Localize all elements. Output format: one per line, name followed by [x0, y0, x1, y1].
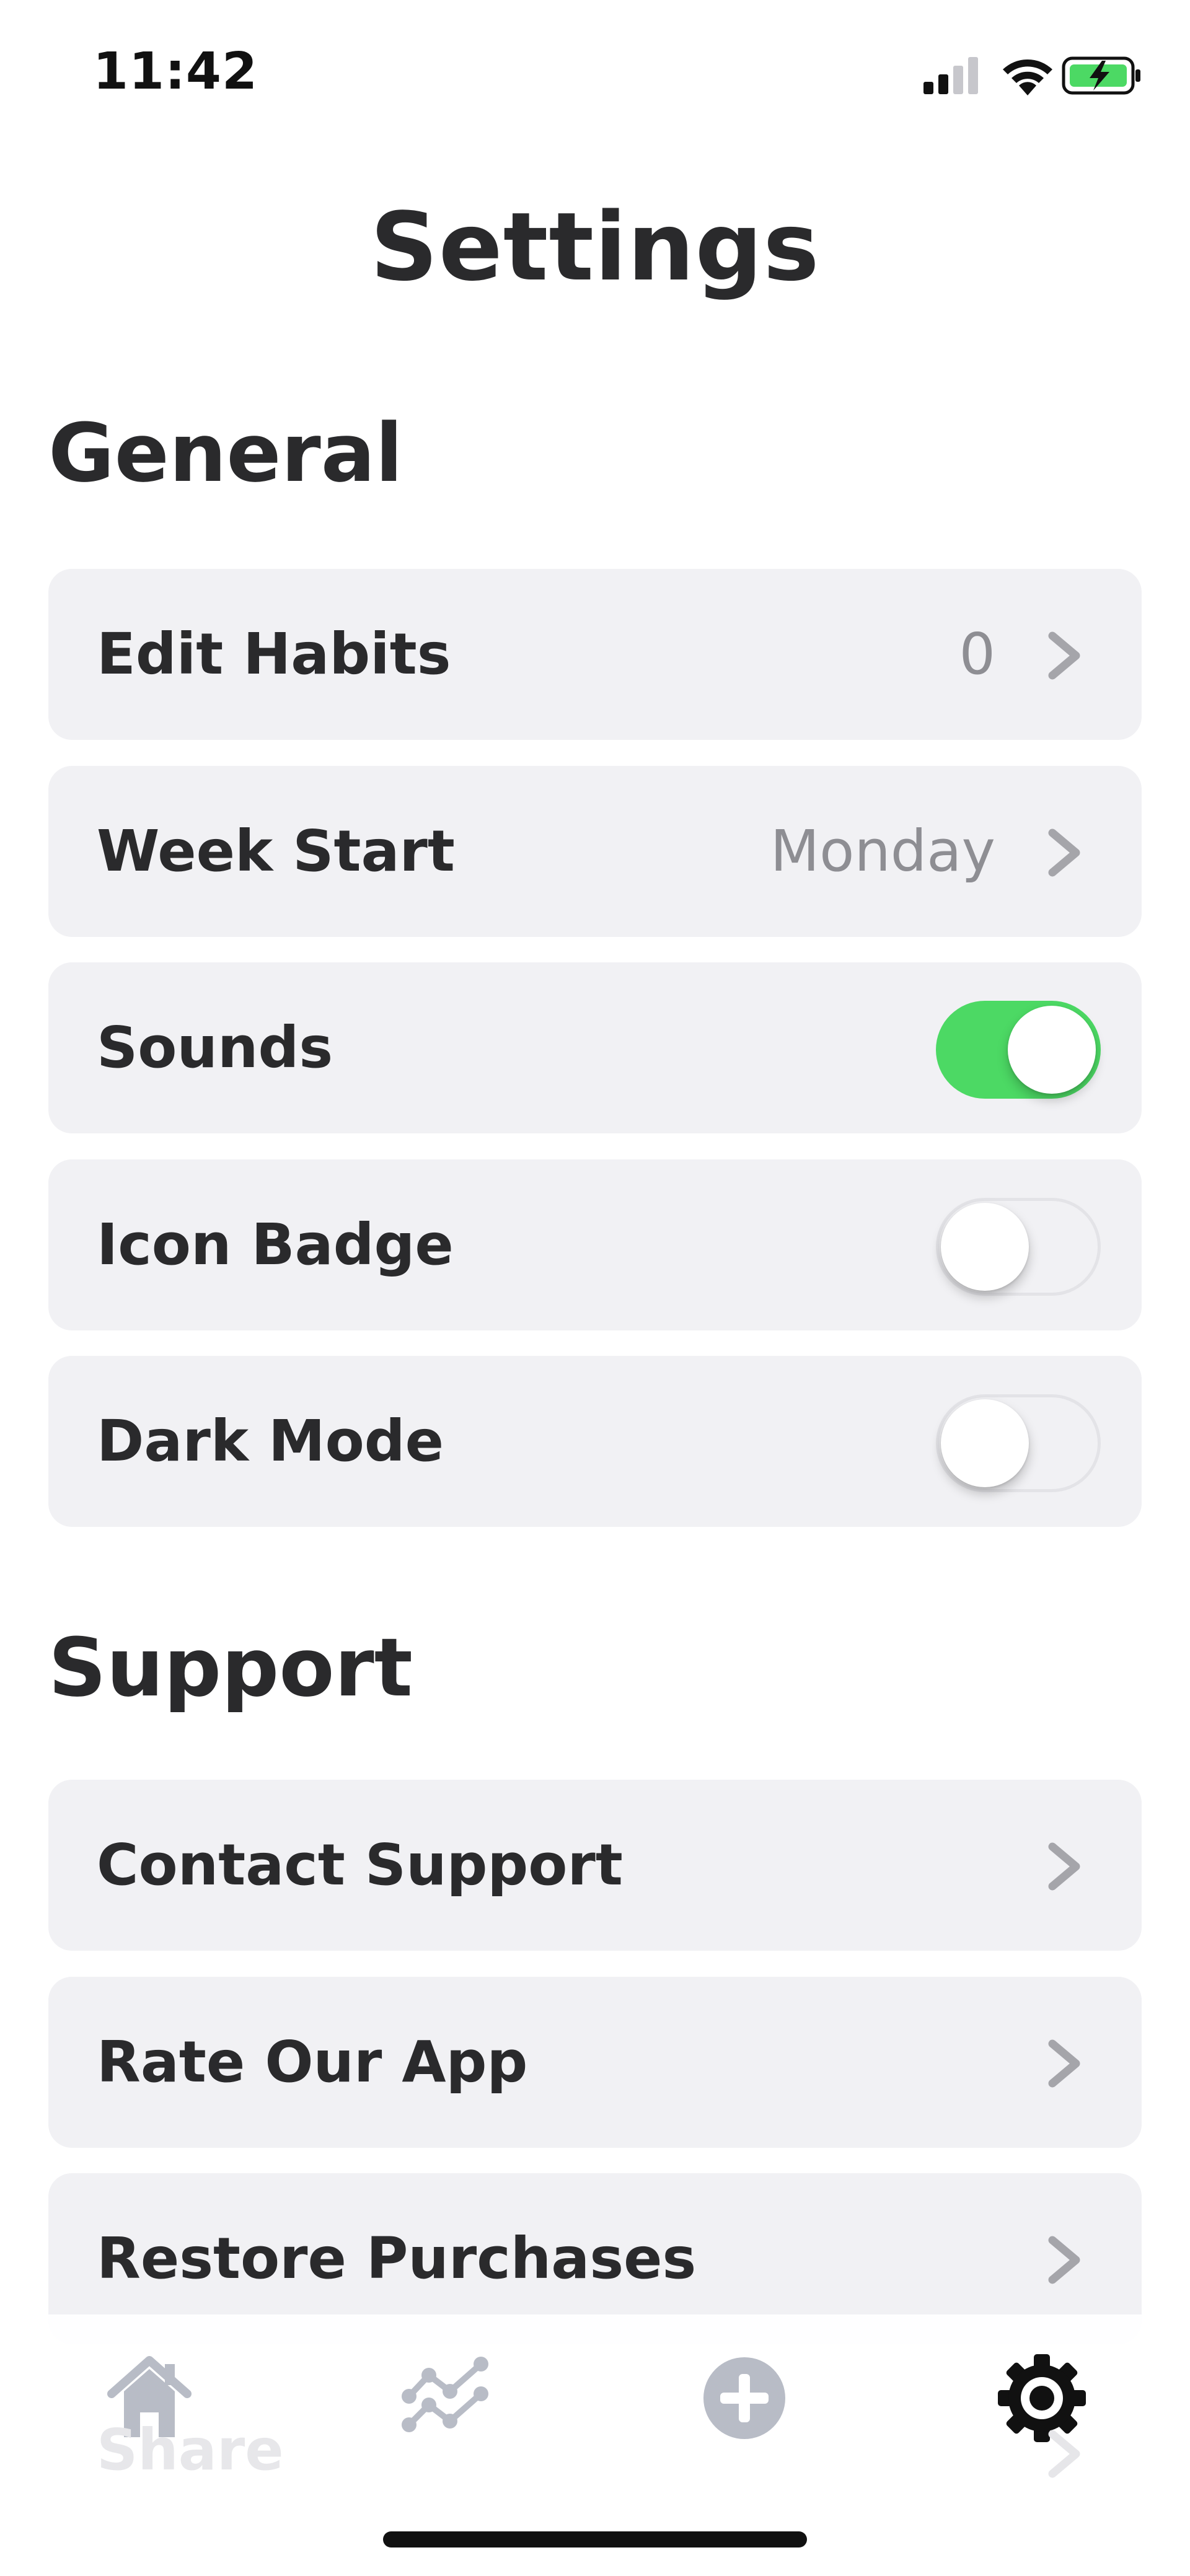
- sounds-label: Sounds: [97, 1014, 333, 1081]
- contact-support-label: Contact Support: [97, 1832, 623, 1898]
- dark-mode-toggle[interactable]: [936, 1394, 1101, 1492]
- week-start-label: Week Start: [97, 818, 455, 884]
- edit-habits-count: 0: [959, 621, 995, 687]
- chevron-right-icon: [1048, 2430, 1080, 2478]
- status-bar: 11:42: [0, 0, 1190, 149]
- chevron-right-icon: [1048, 2039, 1080, 2088]
- dark-mode-row: Dark Mode: [48, 1356, 1142, 1527]
- icon-badge-label: Icon Badge: [97, 1211, 454, 1278]
- edit-habits-label: Edit Habits: [97, 621, 451, 687]
- wifi-icon: [1003, 59, 1052, 95]
- chevron-right-icon: [1048, 631, 1080, 680]
- status-time: 11:42: [93, 42, 258, 101]
- sounds-toggle[interactable]: [936, 1001, 1101, 1099]
- section-title-general: General: [48, 406, 403, 500]
- dark-mode-label: Dark Mode: [97, 1408, 444, 1474]
- week-start-value: Monday: [770, 818, 995, 884]
- rate-app-row[interactable]: Rate Our App: [48, 1977, 1142, 2148]
- home-indicator[interactable]: [383, 2531, 807, 2547]
- edit-habits-row[interactable]: Edit Habits 0: [48, 569, 1142, 740]
- contact-support-row[interactable]: Contact Support: [48, 1780, 1142, 1951]
- add-circle-icon[interactable]: [698, 2352, 791, 2445]
- toggle-knob: [941, 1203, 1029, 1291]
- section-title-support: Support: [48, 1620, 413, 1715]
- toggle-knob: [941, 1399, 1029, 1487]
- icon-badge-row: Icon Badge: [48, 1159, 1142, 1330]
- stats-icon[interactable]: [400, 2352, 493, 2445]
- battery-charging-icon: [1062, 56, 1140, 95]
- chevron-right-icon: [1048, 2236, 1080, 2284]
- chevron-right-icon: [1048, 1842, 1080, 1891]
- chevron-right-icon: [1048, 829, 1080, 877]
- toggle-knob: [1008, 1006, 1096, 1094]
- rate-app-label: Rate Our App: [97, 2029, 528, 2095]
- week-start-row[interactable]: Week Start Monday: [48, 766, 1142, 937]
- icon-badge-toggle[interactable]: [936, 1198, 1101, 1296]
- sounds-row: Sounds: [48, 962, 1142, 1133]
- page-title: Settings: [370, 192, 820, 302]
- status-icons: [923, 56, 1140, 95]
- share-label: Share: [97, 2417, 284, 2483]
- cellular-signal-icon: [923, 57, 978, 94]
